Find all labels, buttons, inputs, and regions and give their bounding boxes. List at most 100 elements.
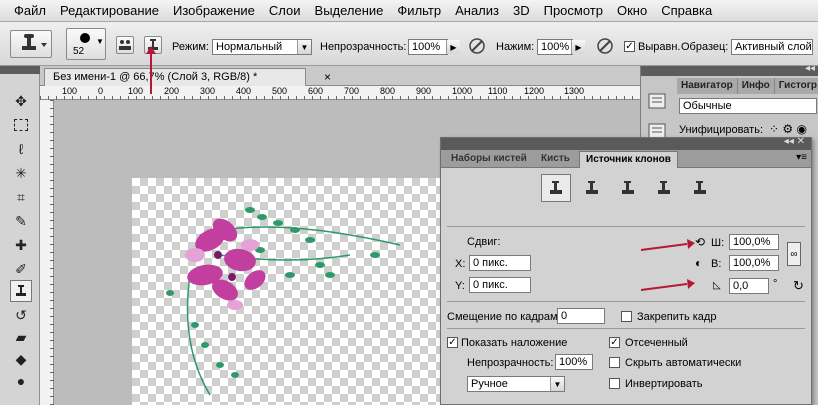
tab-histogram[interactable]: Гистогр <box>775 78 818 94</box>
height-scale-input[interactable]: 100,0% <box>729 255 779 271</box>
height-scale-value: 100,0% <box>733 257 771 269</box>
divider <box>447 301 805 302</box>
pressure-input[interactable]: 100% <box>537 39 573 55</box>
move-tool-icon[interactable]: ✥ <box>10 90 32 112</box>
eyedropper-tool-icon[interactable]: ✎ <box>10 210 32 232</box>
brush-size: 52 <box>73 46 85 57</box>
collapse-icon[interactable]: ◂◂ <box>805 63 815 74</box>
mode-value: Нормальный <box>216 41 283 53</box>
tab-info[interactable]: Инфо <box>738 78 775 94</box>
auto-hide-label: Скрыть автоматически <box>625 357 742 369</box>
invert-label: Инвертировать <box>625 378 703 390</box>
tab-brush-presets[interactable]: Наборы кистей <box>445 151 533 168</box>
toggle-brush-panel-button[interactable] <box>116 36 134 54</box>
x-label: X: <box>455 258 466 270</box>
ruler-label: 1200 <box>524 86 545 96</box>
menu-file[interactable]: Файл <box>8 3 54 18</box>
menu-help[interactable]: Справка <box>655 3 720 18</box>
y-label: Y: <box>455 280 465 292</box>
menu-bar: Файл Редактирование Изображение Слои Выд… <box>0 0 818 22</box>
lock-frame-checkbox[interactable] <box>621 311 632 322</box>
width-flip-icon[interactable]: ⟲ <box>695 235 705 249</box>
clone-source-2-button[interactable] <box>577 174 607 202</box>
healing-brush-tool-icon[interactable]: ✚ <box>10 234 32 256</box>
opacity-value: 100% <box>412 41 441 53</box>
pressure-slider-toggle[interactable]: ▶ <box>571 40 585 54</box>
eraser-tool-icon[interactable]: ▰ <box>10 326 32 348</box>
menu-view[interactable]: Просмотр <box>538 3 611 18</box>
reset-transform-icon[interactable]: ↻ <box>793 278 804 294</box>
collapse-icon[interactable]: ◂◂ ✕ <box>784 136 805 147</box>
menu-analysis[interactable]: Анализ <box>449 3 507 18</box>
width-scale-input[interactable]: 100,0% <box>729 234 779 250</box>
ruler-label: 1100 <box>488 86 508 96</box>
blur-tool-icon[interactable]: ● <box>10 370 32 392</box>
clone-source-4-button[interactable] <box>649 174 679 202</box>
show-overlay-checkbox[interactable]: ✓ <box>447 337 458 348</box>
w-label: Ш: <box>711 237 725 249</box>
unify-icons[interactable]: ⁘ ⚙ ◉ <box>769 122 807 136</box>
clone-source-3-button[interactable] <box>613 174 643 202</box>
aligned-checkbox[interactable]: ✓ <box>624 41 635 52</box>
angle-icon: ◺ <box>713 280 721 291</box>
tab-clone-source[interactable]: Источник клонов <box>579 151 678 168</box>
clone-stamp-tool-icon[interactable] <box>10 280 32 302</box>
brush-tool-icon[interactable]: ✐ <box>10 258 32 280</box>
link-scale-icon[interactable]: ∞ <box>787 242 801 266</box>
menu-layers[interactable]: Слои <box>263 3 309 18</box>
document-tab[interactable]: Без имени-1 @ 66,7% (Слой 3, RGB/8) * × <box>44 68 331 86</box>
ruler-label: 700 <box>344 86 360 96</box>
horizontal-ruler: 100 0 100 200 300 400 500 600 700 800 90… <box>40 86 640 100</box>
opacity-input[interactable]: 100% <box>408 39 448 55</box>
overlay-opacity-input[interactable]: 100% <box>555 354 593 370</box>
height-flip-icon[interactable]: ◐ <box>695 256 702 270</box>
auto-hide-checkbox[interactable] <box>609 357 620 368</box>
chevron-down-icon: ▼ <box>297 40 311 54</box>
menu-3d[interactable]: 3D <box>507 3 538 18</box>
airbrush-icon[interactable] <box>466 36 488 56</box>
close-icon[interactable]: × <box>324 70 331 84</box>
clone-stamp-icon <box>586 181 598 194</box>
tools-panel-header[interactable] <box>0 66 40 74</box>
clone-stamp-icon <box>622 181 634 194</box>
menu-image[interactable]: Изображение <box>167 3 263 18</box>
tab-navigator[interactable]: Навигатор <box>677 78 738 94</box>
history-brush-tool-icon[interactable]: ↺ <box>10 304 32 326</box>
clone-source-5-button[interactable] <box>685 174 715 202</box>
chevron-down-icon: ▼ <box>96 37 104 46</box>
clone-stamp-icon <box>22 34 47 50</box>
ruler-label: 100 <box>128 86 144 96</box>
pressure-tablet-icon[interactable] <box>594 36 616 56</box>
navigator-panel-icon[interactable] <box>647 92 669 112</box>
blend-mode-select[interactable]: Обычные <box>679 98 817 114</box>
menu-filter[interactable]: Фильтр <box>391 3 449 18</box>
magic-wand-tool-icon[interactable]: ✳ <box>10 162 32 184</box>
crop-tool-icon[interactable]: ⌗ <box>10 186 32 208</box>
lasso-tool-icon[interactable]: ℓ <box>10 138 32 160</box>
angle-value: 0,0 <box>733 280 749 292</box>
offset-y-input[interactable]: 0 пикс. <box>469 277 531 293</box>
menu-select[interactable]: Выделение <box>309 3 392 18</box>
tool-preset-picker[interactable] <box>10 30 52 58</box>
dock-header[interactable]: ◂◂ <box>641 63 818 76</box>
ruler-label: 600 <box>308 86 324 96</box>
brush-tip-icon <box>80 33 90 43</box>
menu-window[interactable]: Окно <box>611 3 655 18</box>
panel-menu-icon[interactable]: ▾≡ <box>796 152 807 163</box>
panel-header[interactable]: ◂◂ ✕ <box>441 136 811 150</box>
brush-picker[interactable]: 52 ▼ <box>66 28 106 60</box>
clipped-checkbox[interactable]: ✓ <box>609 337 620 348</box>
invert-checkbox[interactable] <box>609 378 620 389</box>
tab-brush[interactable]: Кисть <box>535 151 576 168</box>
marquee-tool-icon[interactable] <box>10 114 32 136</box>
angle-input[interactable]: 0,0 <box>729 278 769 294</box>
overlay-opacity-label: Непрозрачность: <box>467 357 554 369</box>
menu-edit[interactable]: Редактирование <box>54 3 167 18</box>
sample-select[interactable]: Активный слой <box>731 39 813 55</box>
paint-bucket-tool-icon[interactable]: ◆ <box>10 348 32 370</box>
clone-source-1-button[interactable] <box>541 174 571 202</box>
frame-offset-input[interactable]: 0 <box>557 308 605 324</box>
offset-x-input[interactable]: 0 пикс. <box>469 255 531 271</box>
width-scale-value: 100,0% <box>733 236 771 248</box>
opacity-slider-toggle[interactable]: ▶ <box>446 40 460 54</box>
